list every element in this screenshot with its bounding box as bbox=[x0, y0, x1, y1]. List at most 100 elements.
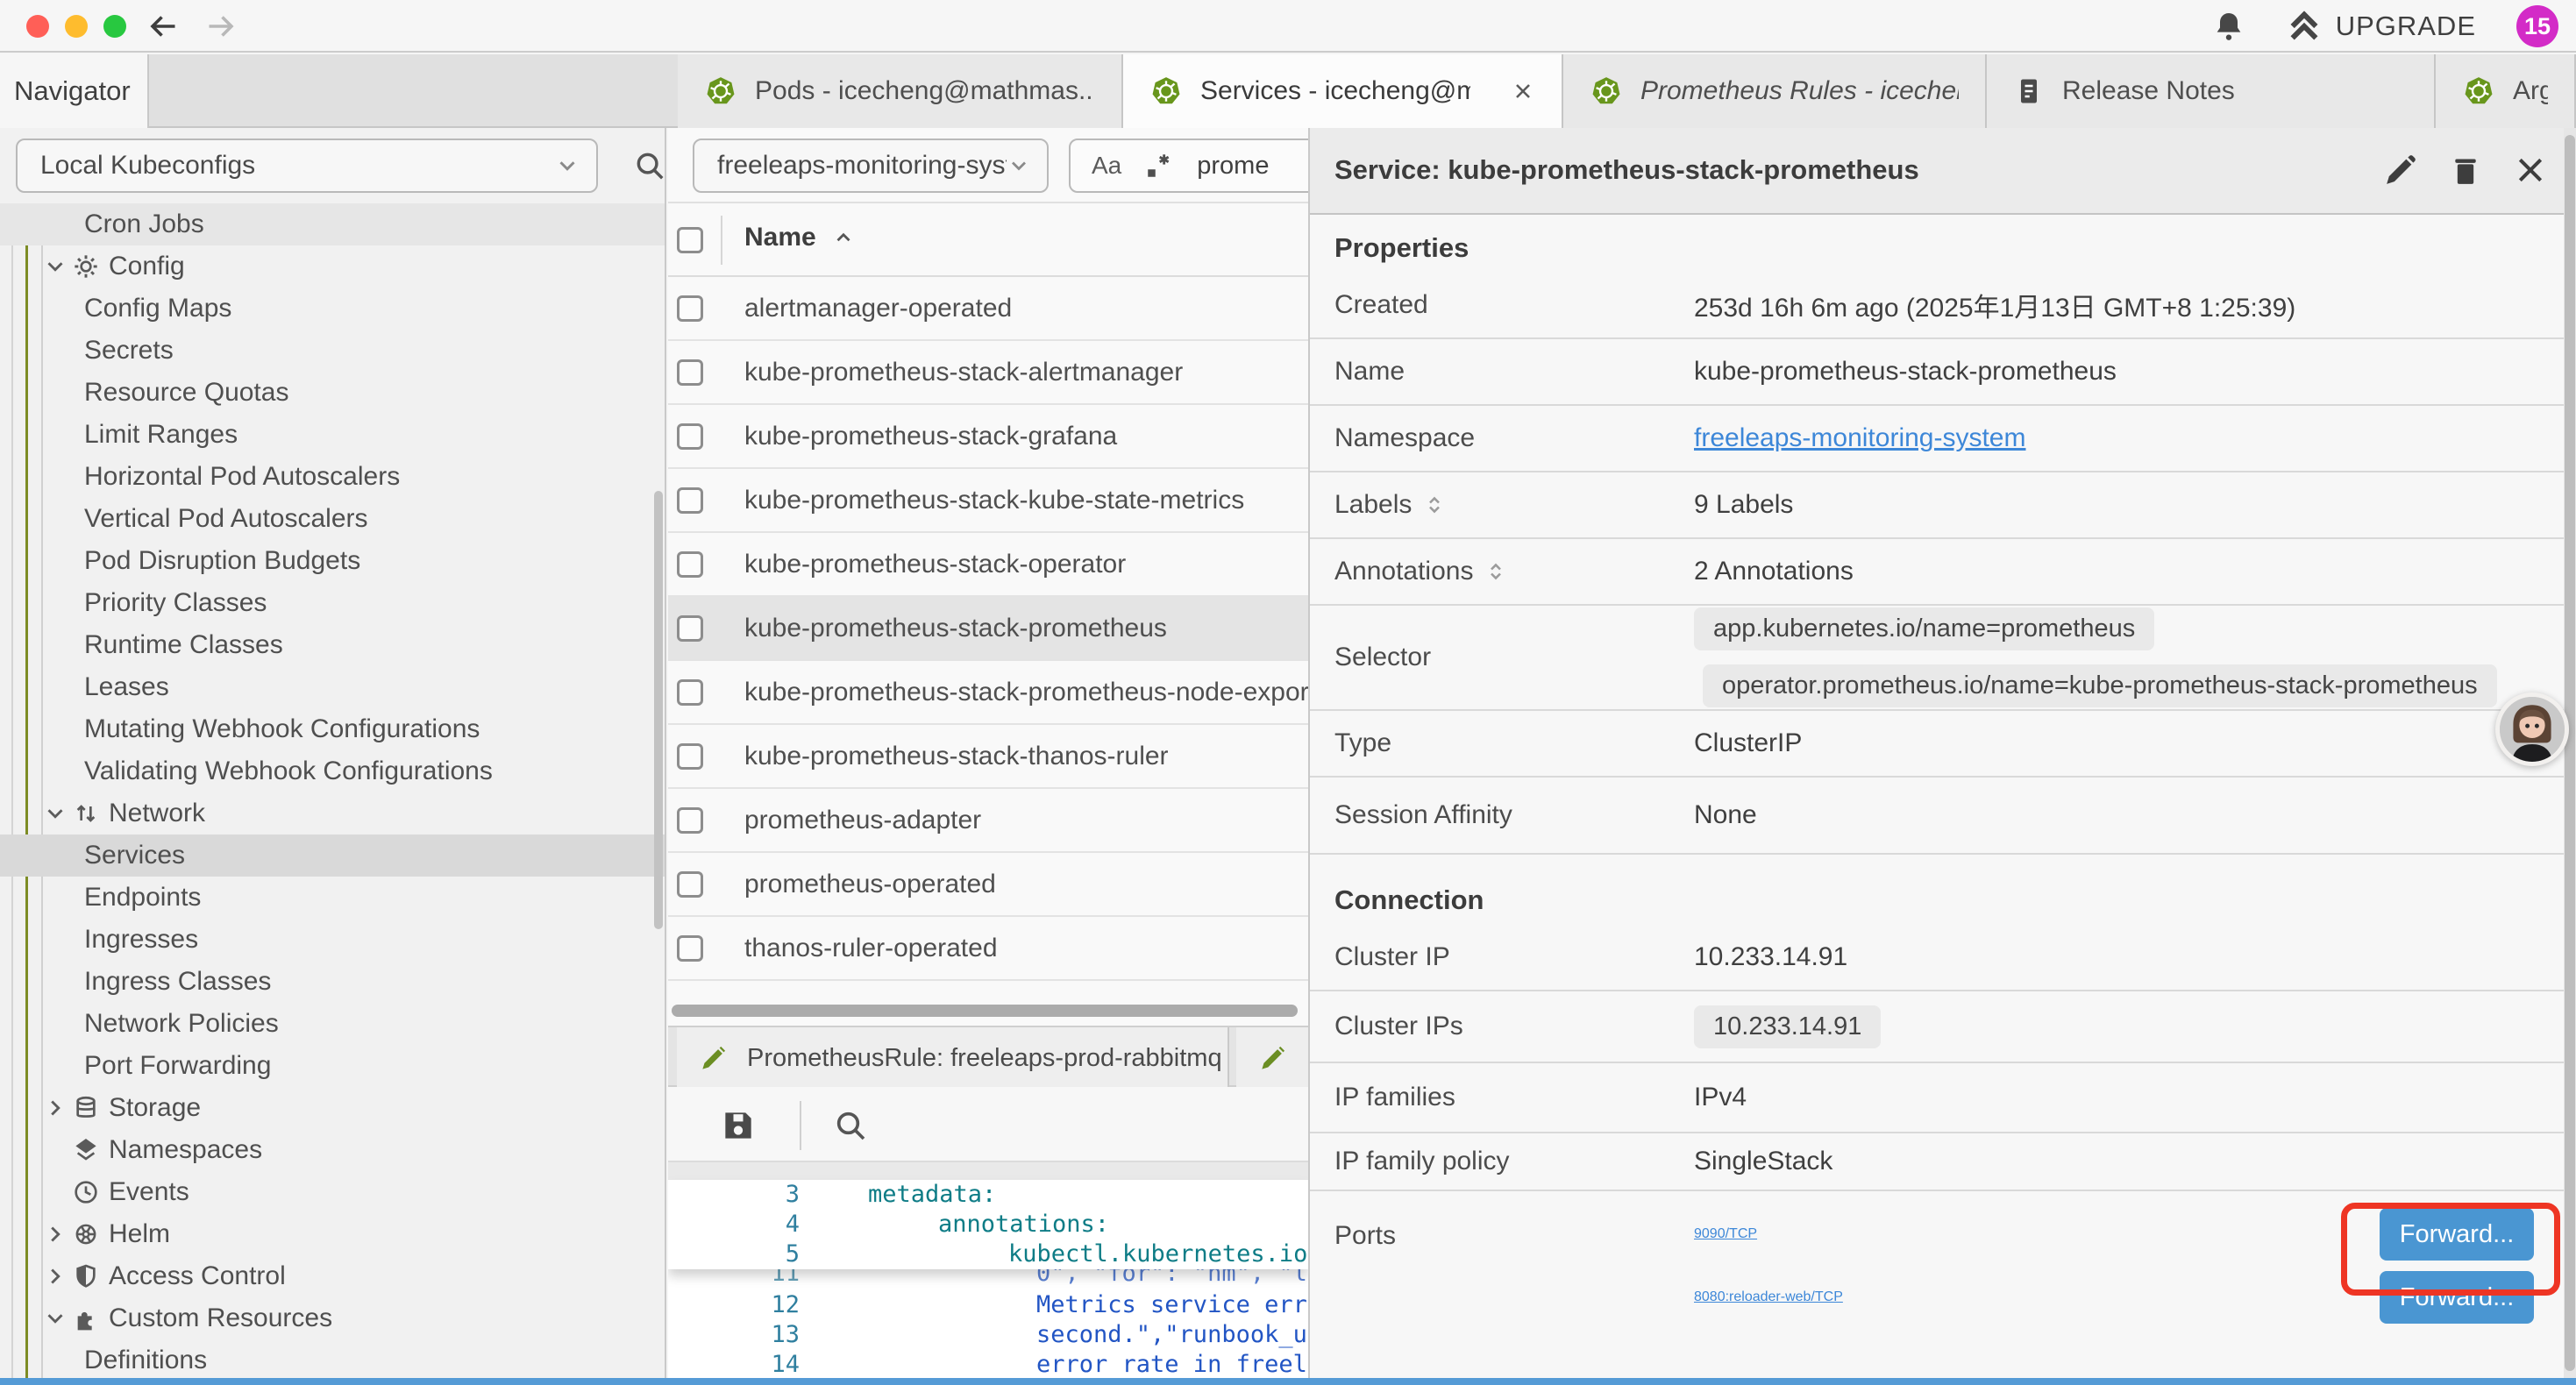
row-checkbox[interactable] bbox=[677, 935, 703, 962]
editor-search-icon[interactable] bbox=[833, 1108, 868, 1143]
service-row[interactable]: kube-prometheus-stack-thanos-ruler bbox=[668, 725, 1308, 789]
sidebar-item-pod-disruption-budgets[interactable]: Pod Disruption Budgets bbox=[0, 540, 666, 582]
upgrade-button[interactable]: UPGRADE bbox=[2287, 9, 2476, 44]
service-row[interactable]: kube-prometheus-stack-prometheus-node-ex… bbox=[668, 661, 1308, 725]
code-line[interactable]: 3metadata: bbox=[668, 1180, 1308, 1210]
workspace-tab[interactable]: Argo Se bbox=[2436, 54, 2576, 128]
chevron-down-icon[interactable] bbox=[42, 800, 68, 827]
row-checkbox[interactable] bbox=[677, 487, 703, 514]
close-window-button[interactable] bbox=[26, 15, 49, 38]
forward-arrow-icon[interactable] bbox=[205, 11, 237, 42]
row-checkbox[interactable] bbox=[677, 551, 703, 578]
port-link[interactable]: 8080:reloader-web/TCP bbox=[1694, 1272, 1843, 1323]
sidebar-item-services[interactable]: Services bbox=[0, 835, 666, 877]
sidebar-item-priority-classes[interactable]: Priority Classes bbox=[0, 582, 666, 624]
port-link[interactable]: 9090/TCP bbox=[1694, 1209, 1757, 1260]
code-line[interactable]: 5kubectl.kubernetes.io/last-applied-co bbox=[668, 1239, 1308, 1269]
sidebar-item-events[interactable]: Events bbox=[0, 1171, 666, 1213]
sidebar-item-ingress-classes[interactable]: Ingress Classes bbox=[0, 961, 666, 1003]
row-checkbox[interactable] bbox=[677, 295, 703, 322]
code-line[interactable]: 110", "for": "nm", "labels": { "service"… bbox=[668, 1269, 1308, 1289]
row-checkbox[interactable] bbox=[677, 359, 703, 386]
sidebar-item-namespaces[interactable]: Namespaces bbox=[0, 1129, 666, 1171]
service-row[interactable]: kube-prometheus-stack-operator bbox=[668, 533, 1308, 597]
editor-scroll-strip[interactable] bbox=[668, 1162, 1308, 1180]
service-row[interactable]: prometheus-adapter bbox=[668, 789, 1308, 853]
row-checkbox[interactable] bbox=[677, 423, 703, 450]
workspace-tab[interactable]: Pods - icecheng@mathmas... bbox=[678, 54, 1123, 128]
workspace-tab[interactable]: Release Notes bbox=[1987, 54, 2436, 128]
sidebar-item-leases[interactable]: Leases bbox=[0, 666, 666, 708]
sidebar-item-mutating-webhook-configurations[interactable]: Mutating Webhook Configurations bbox=[0, 708, 666, 750]
name-column-header[interactable]: Name bbox=[744, 223, 855, 252]
sidebar-scrollbar[interactable] bbox=[654, 491, 663, 929]
navigator-tab[interactable]: Navigator bbox=[0, 54, 149, 128]
row-checkbox[interactable] bbox=[677, 615, 703, 642]
notification-count-badge[interactable]: 15 bbox=[2516, 5, 2558, 47]
sidebar-item-ingresses[interactable]: Ingresses bbox=[0, 919, 666, 961]
back-arrow-icon[interactable] bbox=[147, 11, 179, 42]
panel-scrollbar[interactable] bbox=[2564, 128, 2576, 1378]
sidebar-item-vertical-pod-autoscalers[interactable]: Vertical Pod Autoscalers bbox=[0, 498, 666, 540]
sidebar-item-network[interactable]: Network bbox=[0, 792, 666, 835]
sidebar-item-storage[interactable]: Storage bbox=[0, 1087, 666, 1129]
sort-updown-icon[interactable] bbox=[1424, 494, 1445, 515]
service-row[interactable]: kube-prometheus-stack-alertmanager bbox=[668, 341, 1308, 405]
close-panel-icon[interactable] bbox=[2513, 153, 2548, 188]
zoom-window-button[interactable] bbox=[103, 15, 126, 38]
namespace-link[interactable]: freeleaps-monitoring-system bbox=[1694, 423, 2025, 453]
code-line[interactable]: 13second.","runbook_url":"https://net bbox=[668, 1320, 1308, 1350]
service-row[interactable]: kube-prometheus-stack-grafana bbox=[668, 405, 1308, 469]
editor-tab[interactable] bbox=[1236, 1027, 1308, 1089]
editor-tab[interactable]: PrometheusRule: freeleaps-prod-rabbitmq bbox=[677, 1027, 1229, 1089]
code-line[interactable]: 4annotations: bbox=[668, 1210, 1308, 1239]
regex-toggle-icon[interactable] bbox=[1144, 151, 1174, 181]
sidebar-item-config-maps[interactable]: Config Maps bbox=[0, 288, 666, 330]
user-avatar[interactable] bbox=[2495, 692, 2569, 766]
sidebar-item-port-forwarding[interactable]: Port Forwarding bbox=[0, 1045, 666, 1087]
save-icon[interactable] bbox=[719, 1106, 758, 1145]
code-line[interactable]: 14error rate in freeleaps metrics ser bbox=[668, 1350, 1308, 1378]
sidebar-item-definitions[interactable]: Definitions bbox=[0, 1339, 666, 1378]
sidebar-item-horizontal-pod-autoscalers[interactable]: Horizontal Pod Autoscalers bbox=[0, 456, 666, 498]
chevron-right-icon[interactable] bbox=[42, 1263, 68, 1289]
service-row[interactable]: kube-prometheus-stack-prometheus bbox=[668, 597, 1308, 661]
row-checkbox[interactable] bbox=[677, 679, 703, 706]
service-row[interactable]: prometheus-operated bbox=[668, 853, 1308, 917]
chevron-down-icon[interactable] bbox=[42, 253, 68, 280]
filter-searchbox[interactable]: Aa prome bbox=[1069, 138, 1308, 193]
sidebar-item-custom-resources[interactable]: Custom Resources bbox=[0, 1297, 666, 1339]
sidebar-item-config[interactable]: Config bbox=[0, 245, 666, 288]
yaml-editor[interactable]: 3metadata:4annotations:5kubectl.kubernet… bbox=[668, 1180, 1308, 1378]
edit-pencil-icon[interactable] bbox=[2383, 153, 2418, 188]
chevron-right-icon[interactable] bbox=[42, 1095, 68, 1121]
sidebar-item-network-policies[interactable]: Network Policies bbox=[0, 1003, 666, 1045]
chevron-right-icon[interactable] bbox=[42, 1221, 68, 1247]
workspace-tab[interactable]: Prometheus Rules - icecheng... bbox=[1563, 54, 1987, 128]
row-checkbox[interactable] bbox=[677, 871, 703, 898]
horizontal-scrollbar[interactable] bbox=[672, 1005, 1298, 1017]
workspace-tab[interactable]: Services - icecheng@math... bbox=[1123, 54, 1563, 128]
sidebar-search-icon[interactable] bbox=[633, 149, 666, 182]
sidebar-item-validating-webhook-configurations[interactable]: Validating Webhook Configurations bbox=[0, 750, 666, 792]
row-checkbox[interactable] bbox=[677, 743, 703, 770]
service-row[interactable]: kube-prometheus-stack-kube-state-metrics bbox=[668, 469, 1308, 533]
service-row[interactable]: thanos-ruler-operated bbox=[668, 917, 1308, 981]
chevron-down-icon[interactable] bbox=[42, 1305, 68, 1332]
service-row[interactable]: alertmanager-operated bbox=[668, 277, 1308, 341]
sidebar-item-access-control[interactable]: Access Control bbox=[0, 1255, 666, 1297]
close-tab-icon[interactable] bbox=[1511, 79, 1535, 103]
kubeconfig-dropdown[interactable]: Local Kubeconfigs bbox=[16, 138, 598, 193]
notifications-bell-icon[interactable] bbox=[2211, 9, 2246, 44]
match-case-toggle[interactable]: Aa bbox=[1092, 152, 1121, 180]
code-line[interactable]: 12Metrics service error rate is {{ $va bbox=[668, 1290, 1308, 1320]
sidebar-item-runtime-classes[interactable]: Runtime Classes bbox=[0, 624, 666, 666]
sort-updown-icon[interactable] bbox=[1485, 561, 1506, 582]
namespace-dropdown[interactable]: freeleaps-monitoring-system bbox=[693, 138, 1049, 193]
sidebar-item-limit-ranges[interactable]: Limit Ranges bbox=[0, 414, 666, 456]
sidebar-item-resource-quotas[interactable]: Resource Quotas bbox=[0, 372, 666, 414]
minimize-window-button[interactable] bbox=[65, 15, 88, 38]
row-checkbox[interactable] bbox=[677, 807, 703, 834]
sidebar-item-cron-jobs[interactable]: Cron Jobs bbox=[0, 203, 666, 245]
sidebar-item-helm[interactable]: Helm bbox=[0, 1213, 666, 1255]
